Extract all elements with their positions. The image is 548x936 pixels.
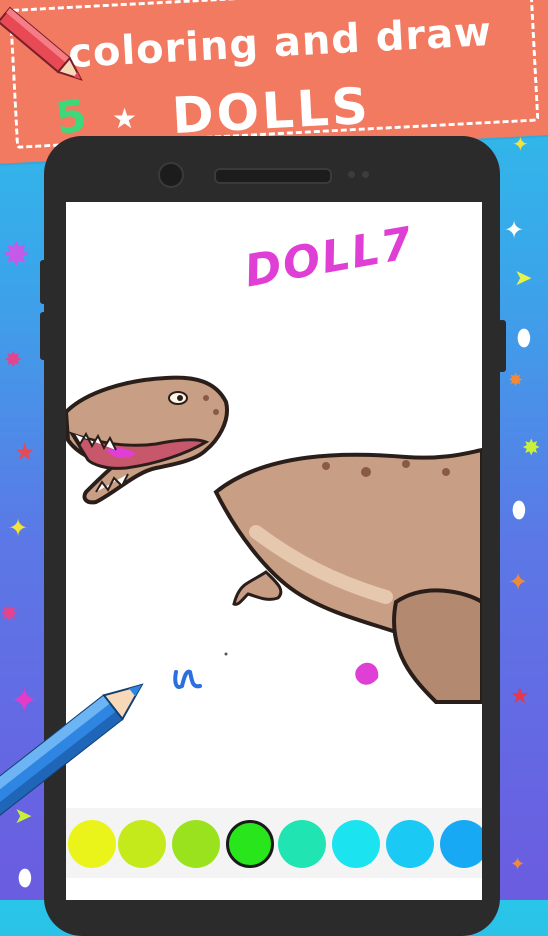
color-swatch[interactable]	[332, 820, 380, 868]
sparkle-icon: ✦	[508, 568, 529, 596]
oval-icon: ⬮	[512, 498, 526, 523]
sparkle-icon: ✸	[2, 235, 31, 275]
red-pencil-icon	[0, 6, 83, 81]
color-swatch[interactable]	[278, 820, 326, 868]
phone-camera	[158, 162, 184, 188]
color-swatch[interactable]	[386, 820, 434, 868]
sparkle-icon: ✦	[510, 854, 526, 875]
star-icon: ★	[14, 438, 36, 466]
sparkle-icon: ✸	[508, 370, 524, 391]
white-star-icon: ★	[112, 102, 138, 135]
sparkle-icon: ✸	[0, 602, 19, 627]
oval-icon: ⬮	[18, 866, 32, 891]
phone-sensor	[362, 171, 369, 178]
phone-speaker	[214, 168, 332, 184]
sparkle-icon: ✸	[4, 348, 23, 373]
phone-sensor	[348, 171, 355, 178]
sparkle-icon: ✦	[8, 514, 29, 542]
color-swatch[interactable]	[226, 820, 274, 868]
sparkle-icon: ✸	[522, 436, 541, 461]
oval-icon: ⬮	[517, 326, 531, 351]
sparkle-icon: ✦	[504, 216, 525, 244]
color-swatch[interactable]	[68, 820, 116, 868]
color-swatch[interactable]	[118, 820, 166, 868]
color-swatch[interactable]	[172, 820, 220, 868]
blue-pencil-icon	[0, 683, 144, 820]
star-icon: ★	[510, 684, 530, 709]
sparkle-icon: ✦	[512, 132, 529, 156]
sparkle-icon: ➤	[514, 266, 533, 291]
color-swatch[interactable]	[440, 820, 482, 868]
title-line-2: DOLLS	[170, 76, 373, 146]
